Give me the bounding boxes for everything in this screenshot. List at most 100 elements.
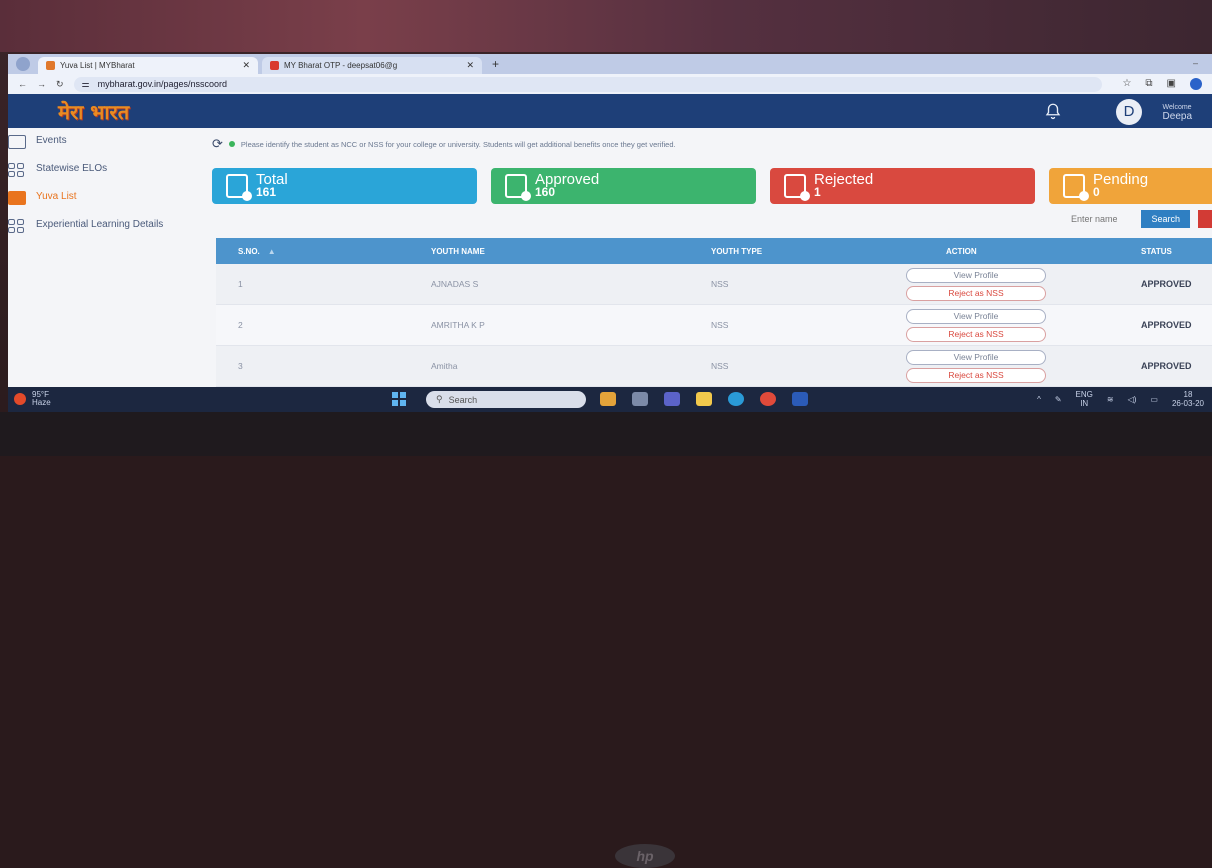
back-icon[interactable]: ← [18,79,27,89]
clipboard-icon [226,174,252,201]
url-field[interactable]: ⚌ mybharat.gov.in/pages/nsscoord [73,76,1103,92]
card-total[interactable]: Total 161 [212,168,477,204]
header-sno[interactable]: S.NO. ▲ [216,247,301,256]
pen-icon[interactable]: ✎ [1055,395,1062,404]
sidebar-item-experiential-learning[interactable]: Experiential Learning Details [8,212,200,240]
forward-icon[interactable]: → [37,79,46,89]
reject-button[interactable]: Reject as NSS [906,326,1046,342]
word-icon[interactable] [792,392,808,406]
notice-text: Please identify the student as NCC or NS… [240,139,676,149]
windows-start-icon[interactable] [392,392,406,406]
browser-actions: ☆ ⧉ ▣ [1122,78,1202,90]
sort-icon[interactable]: ▲ [268,247,276,256]
reset-button[interactable] [1198,210,1212,228]
taskbar-search-label: Search [448,394,478,405]
file-explorer-icon[interactable] [696,392,712,406]
status-badge: APPROVED [1141,320,1192,330]
site-info-icon[interactable]: ⚌ [82,79,90,90]
chrome-icon[interactable] [760,392,776,406]
tab-otp[interactable]: MY Bharat OTP - deepsat06@g ✕ [262,57,482,74]
battery-icon[interactable]: ▭ [1150,395,1158,404]
cell-sno: 1 [238,279,243,289]
cell-name: Amitha [431,361,458,371]
taskbar-search[interactable]: ⚲ Search [426,391,586,408]
card-label: Rejected [814,171,874,188]
bezel-top [0,0,1212,52]
sidebar-item-label: Yuva List [36,191,77,202]
window-menu-icon[interactable] [16,57,30,71]
minimize-icon[interactable]: – [1193,58,1198,68]
search-button[interactable]: Search [1141,210,1190,228]
reject-button[interactable]: Reject as NSS [906,367,1046,383]
events-icon [8,135,26,149]
reload-icon[interactable]: ↻ [56,79,64,90]
widgets-icon[interactable] [600,392,616,406]
clipboard-icon [784,174,810,201]
status-badge: APPROVED [1141,279,1192,289]
card-label: Pending [1093,171,1149,188]
sidebar-item-label: Events [36,135,67,146]
task-view-icon[interactable] [632,392,648,406]
yuva-table: S.NO. ▲ YOUTH NAME YOUTH TYPE ACTION STAT… [216,238,1212,387]
sidebar-item-events[interactable]: Events [8,128,200,156]
system-tray: ^ ✎ ENG IN ≋ ◁) ▭ 18 26-03-20 [1037,390,1204,408]
card-pending[interactable]: Pending 0 [1049,168,1212,204]
cell-actions: View Profile Reject as NSS [851,349,1091,383]
cell-sno: 2 [238,320,243,330]
sidebar-item-statewise-elos[interactable]: Statewise ELOs [8,156,200,184]
bookmark-star-icon[interactable]: ☆ [1122,78,1131,90]
cell-actions: View Profile Reject as NSS [851,267,1091,301]
cell-sno: 3 [238,361,243,371]
edge-icon[interactable] [728,392,744,406]
mybharat-logo[interactable]: मेरा भारत [58,98,129,125]
chevron-up-icon[interactable]: ^ [1037,395,1041,404]
avatar[interactable]: D [1116,99,1142,125]
close-tab-icon[interactable]: ✕ [466,60,474,71]
tab-yuva-list[interactable]: Yuva List | MYBharat ✕ [38,57,258,74]
view-profile-button[interactable]: View Profile [906,349,1046,365]
notification-bell-icon[interactable] [1044,102,1062,120]
close-tab-icon[interactable]: ✕ [242,60,250,71]
view-profile-button[interactable]: View Profile [906,267,1046,283]
extensions-icon[interactable]: ⧉ [1145,78,1152,90]
photo-frame: hp Yuva List | MYBharat ✕ MY Bharat OTP … [0,0,1212,868]
clipboard-icon [1063,174,1089,201]
search-icon: ⚲ [436,394,443,404]
table-row: 3 Amitha NSS View Profile Reject as NSS … [216,346,1212,387]
card-approved[interactable]: Approved 160 [491,168,756,204]
list-icon [8,191,26,205]
volume-icon[interactable]: ◁) [1128,395,1137,404]
new-tab-icon[interactable]: + [486,57,505,74]
sidebar-item-yuva-list[interactable]: Yuva List [8,184,200,212]
wifi-icon[interactable]: ≋ [1107,395,1114,404]
language-indicator[interactable]: ENG IN [1076,390,1093,408]
refresh-icon[interactable]: ⟳ [212,136,223,152]
header-youth-name[interactable]: YOUTH NAME [301,247,531,256]
table-row: 2 AMRITHA K P NSS View Profile Reject as… [216,305,1212,346]
card-rejected[interactable]: Rejected 1 [770,168,1035,204]
sidepanel-icon[interactable]: ▣ [1167,78,1176,90]
search-input[interactable] [1023,210,1134,228]
weather-widget[interactable]: 95°F Haze [14,391,51,407]
summary-cards: Total 161 Approved 160 Rejected 1 Pendin… [212,168,1212,204]
favicon-icon [46,61,55,70]
profile-icon[interactable] [1190,78,1202,90]
sidebar: Events Statewise ELOs Yuva List Experien… [8,128,200,412]
info-dot-icon [228,141,235,147]
cell-type: NSS [711,320,729,330]
clock[interactable]: 18 26-03-20 [1172,390,1204,408]
windows-taskbar: 95°F Haze ⚲ Search ^ ✎ ENG IN ≋ ◁) ▭ 18 … [8,387,1212,412]
teams-icon[interactable] [664,392,680,406]
url-text: mybharat.gov.in/pages/nsscoord [97,79,228,89]
status-badge: APPROVED [1141,361,1192,371]
taskbar-apps [600,392,808,406]
view-profile-button[interactable]: View Profile [906,308,1046,324]
header-action: ACTION [946,246,977,256]
notice-bar: ⟳ Please identify the student as NCC or … [212,136,676,152]
clock-date: 26-03-20 [1171,399,1204,408]
header-youth-type[interactable]: YOUTH TYPE [531,247,851,256]
reject-button[interactable]: Reject as NSS [906,285,1046,301]
header-status[interactable]: STATUS [1091,247,1212,256]
main-content: ⟳ Please identify the student as NCC or … [200,128,1212,412]
tab-title: MY Bharat OTP - deepsat06@g [284,61,398,70]
